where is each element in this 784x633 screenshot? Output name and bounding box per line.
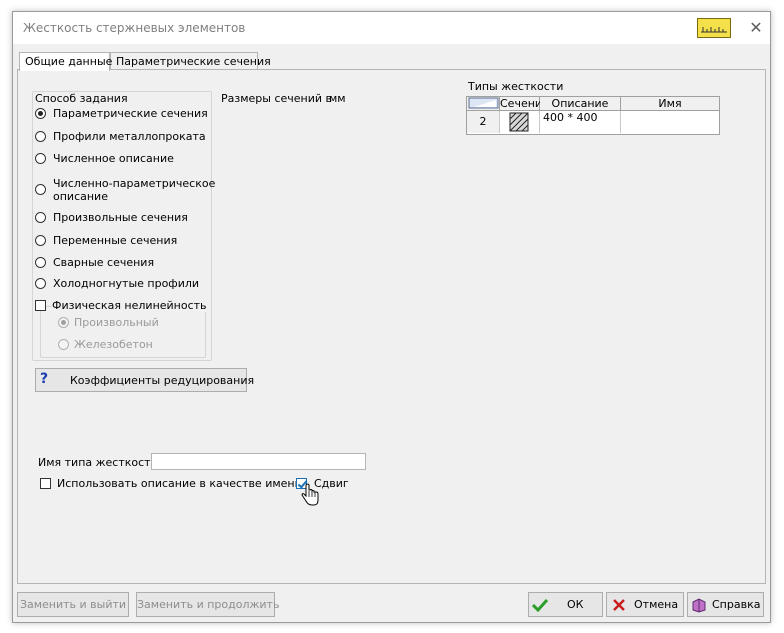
radio-label-metal-profiles: Профили металлопроката (53, 130, 206, 143)
help-label: Справка (712, 598, 761, 611)
radio-label-numeric-parametric: Численно-параметрическое (53, 177, 216, 190)
ok-button[interactable]: ОК (528, 592, 603, 617)
stiffness-name-label: Имя типа жесткости (38, 456, 158, 469)
use-description-checkbox[interactable] (40, 478, 51, 489)
use-description-label: Использовать описание в качестве имени (57, 477, 302, 490)
radio-label-numeric: Численное описание (53, 152, 174, 165)
radio-label-variable: Переменные сечения (53, 234, 178, 247)
radio-label-numeric-parametric-2: описание (53, 190, 108, 203)
replace-and-exit-button[interactable]: Заменить и выйти (17, 592, 129, 617)
radio-welded[interactable] (35, 257, 46, 268)
reduction-coefficients-button[interactable]: ? Коэффициенты редуцирования (35, 368, 254, 392)
radio-numeric[interactable] (35, 153, 46, 164)
radio-numeric-parametric[interactable] (35, 184, 46, 195)
ok-label: ОК (567, 598, 584, 611)
section-hatch-icon (509, 112, 529, 132)
tab-general[interactable]: Общие данные (19, 52, 112, 71)
radio-metal-profiles[interactable] (35, 131, 46, 142)
radio-variable[interactable] (35, 235, 46, 246)
stiffness-types-title: Типы жесткости (468, 80, 564, 93)
table-row-number[interactable]: 2 (467, 111, 500, 133)
radio-label-nl-concrete: Железобетон (74, 338, 153, 351)
nonlinearity-label: Физическая нелинейность (52, 299, 210, 312)
dialog-window: Жесткость стержневых элементов ✕ Общие д… (12, 11, 771, 623)
radio-label-welded: Сварные сечения (53, 256, 155, 269)
radio-label-parametric: Параметрические сечения (53, 107, 208, 120)
table-header-section[interactable]: Сечени (500, 97, 542, 111)
cancel-x-icon (613, 599, 625, 611)
table-header-name[interactable]: Имя (621, 97, 719, 111)
table-row-description[interactable]: 400 * 400 (540, 111, 621, 133)
section-sizes-unit: мм (329, 92, 346, 105)
select-all-icon (468, 97, 498, 109)
table-header-description[interactable]: Описание (540, 97, 621, 111)
question-icon: ? (40, 371, 49, 387)
checkmark-icon (532, 598, 548, 612)
window-title: Жесткость стержневых элементов (23, 21, 246, 35)
replace-and-continue-button[interactable]: Заменить и продолжить (136, 592, 279, 617)
table-row-section[interactable] (500, 111, 540, 133)
radio-nl-concrete[interactable] (58, 339, 69, 350)
help-book-icon (692, 598, 706, 613)
reduction-coefficients-label: Коэффициенты редуцирования (70, 374, 255, 387)
ruler-icon[interactable] (697, 18, 731, 38)
radio-label-arbitrary: Произвольные сечения (53, 211, 188, 224)
table-corner[interactable] (467, 97, 500, 111)
help-button[interactable]: Справка (687, 592, 764, 617)
footer: Заменить и выйти Заменить и продолжить О… (13, 588, 770, 622)
radio-parametric[interactable] (35, 108, 46, 119)
radio-label-nl-arbitrary: Произвольный (74, 316, 159, 329)
nonlinearity-checkbox[interactable] (35, 300, 46, 311)
method-group-title: Способ задания (35, 92, 128, 105)
stiffness-types-table: Сечени Описание Имя 2 400 * 400 (466, 96, 720, 135)
tab-panel: Способ задания Параметрические сечения П… (17, 69, 766, 584)
cancel-label: Отмена (634, 598, 679, 611)
radio-arbitrary[interactable] (35, 212, 46, 223)
cancel-button[interactable]: Отмена (606, 592, 684, 617)
radio-label-cold-formed: Холодногнутые профили (53, 277, 200, 290)
title-bar: Жесткость стержневых элементов ✕ (13, 12, 770, 44)
tab-parametric-sections[interactable]: Параметрические сечения (110, 52, 271, 70)
radio-cold-formed[interactable] (35, 278, 46, 289)
stiffness-name-input[interactable] (151, 453, 366, 470)
close-icon[interactable]: ✕ (746, 18, 766, 38)
radio-nl-arbitrary[interactable] (58, 317, 69, 328)
section-sizes-label: Размеры сечений в (221, 92, 333, 105)
table-row-name[interactable] (621, 111, 719, 133)
hand-cursor-icon (301, 483, 319, 506)
